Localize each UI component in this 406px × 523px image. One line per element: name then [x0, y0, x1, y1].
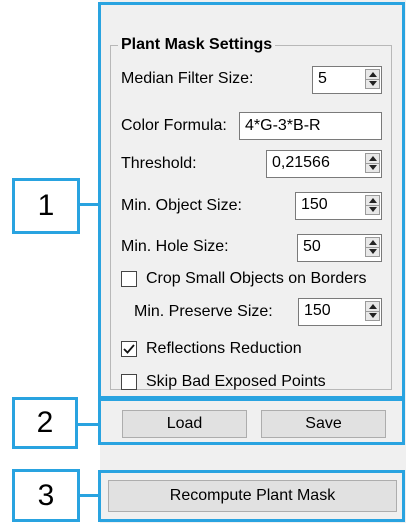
- annotation-label-3: 3: [12, 469, 80, 522]
- annotation-label-2: 2: [12, 397, 78, 449]
- annotation-frame-1: [98, 2, 405, 399]
- annotation-connector-2: [76, 423, 100, 426]
- annotation-connector-3: [78, 494, 100, 497]
- annotation-frame-3: [98, 470, 405, 522]
- annotation-connector-1: [78, 203, 100, 206]
- annotation-frame-2: [98, 398, 405, 445]
- annotation-label-1: 1: [12, 178, 80, 234]
